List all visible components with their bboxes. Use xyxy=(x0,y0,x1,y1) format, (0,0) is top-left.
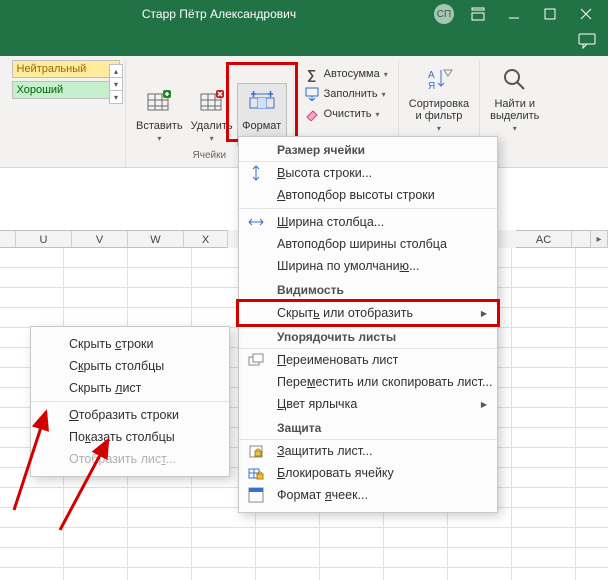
sort-filter-button[interactable]: А Я Сортировка и фильтр ▾ xyxy=(405,62,473,135)
menu-rename-sheet[interactable]: Переименовать лист xyxy=(239,349,497,371)
menu-tab-color[interactable]: Цвет ярлычка xyxy=(239,393,497,415)
submenu-hide-rows[interactable]: Скрыть строки xyxy=(31,333,229,355)
column-header[interactable]: W xyxy=(128,230,184,248)
column-header[interactable]: U xyxy=(16,230,72,248)
menu-col-width[interactable]: Ширина столбца... xyxy=(239,211,497,233)
comment-bar xyxy=(0,28,608,56)
user-avatar[interactable]: СП xyxy=(434,4,454,24)
minimize-button[interactable] xyxy=(496,0,532,28)
style-good[interactable]: Хороший xyxy=(12,81,120,99)
submenu-unhide-rows[interactable]: Отобразить строки xyxy=(31,404,229,426)
styles-expand[interactable]: ▴▾▾ xyxy=(109,64,123,103)
menu-row-height[interactable]: Высота строки... xyxy=(239,162,497,184)
format-cells-dialog-icon xyxy=(247,486,265,504)
scroll-right-button[interactable]: ▸ xyxy=(590,230,608,248)
menu-lock-cell[interactable]: Блокировать ячейку xyxy=(239,462,497,484)
col-width-icon xyxy=(247,213,265,231)
menu-section-organize: Упорядочить листы xyxy=(239,324,497,349)
chevron-down-icon: ▾ xyxy=(382,90,386,99)
svg-text:А: А xyxy=(428,70,435,81)
submenu-unhide-sheet: Отобразить лист... xyxy=(31,448,229,470)
menu-autofit-row[interactable]: Автоподбор высоты строки xyxy=(239,184,497,206)
protect-sheet-icon xyxy=(247,442,265,460)
lock-cell-icon xyxy=(247,464,265,482)
menu-section-cell-size: Размер ячейки xyxy=(239,137,497,162)
sort-filter-icon: А Я xyxy=(423,64,455,96)
title-bar: Старр Пётр Александрович СП xyxy=(0,0,608,28)
submenu-hide-sheet[interactable]: Скрыть лист xyxy=(31,377,229,399)
chevron-down-icon: ▾ xyxy=(437,124,441,133)
insert-button[interactable]: Вставить ▾ xyxy=(132,84,187,145)
autosum-button[interactable]: ∑ Автосумма ▾ xyxy=(300,64,392,84)
chevron-down-icon: ▾ xyxy=(513,124,517,133)
fill-button[interactable]: Заполнить ▾ xyxy=(300,84,392,104)
style-neutral[interactable]: Нейтральный xyxy=(12,60,120,78)
hide-unhide-submenu: Скрыть строки Скрыть столбцы Скрыть лист… xyxy=(30,326,230,477)
menu-section-protection: Защита xyxy=(239,415,497,440)
styles-group: Нейтральный Хороший ▴▾▾ xyxy=(6,60,126,167)
find-icon xyxy=(499,64,531,96)
format-dropdown-menu: Размер ячейки Высота строки... Автоподбо… xyxy=(238,136,498,513)
column-header[interactable]: X xyxy=(184,230,228,248)
chevron-down-icon: ▾ xyxy=(210,134,214,143)
menu-move-copy-sheet[interactable]: Переместить или скопировать лист... xyxy=(239,371,497,393)
fill-down-icon xyxy=(304,86,320,102)
insert-cells-icon xyxy=(143,86,175,118)
sigma-icon: ∑ xyxy=(304,66,320,82)
menu-format-cells[interactable]: Формат ячеек... xyxy=(239,484,497,506)
column-header[interactable]: AC xyxy=(516,230,572,248)
chevron-down-icon: ▾ xyxy=(376,110,380,119)
close-button[interactable] xyxy=(568,0,604,28)
row-height-icon xyxy=(247,164,265,182)
document-title: Старр Пётр Александрович xyxy=(4,7,434,21)
format-cells-icon xyxy=(246,86,278,118)
menu-default-width[interactable]: Ширина по умолчанию... xyxy=(239,255,497,277)
menu-hide-unhide[interactable]: Скрыть или отобразить xyxy=(236,299,500,327)
column-header[interactable]: V xyxy=(72,230,128,248)
rename-sheet-icon xyxy=(247,351,265,369)
menu-protect-sheet[interactable]: Защитить лист... xyxy=(239,440,497,462)
svg-text:Я: Я xyxy=(428,81,435,92)
submenu-hide-cols[interactable]: Скрыть столбцы xyxy=(31,355,229,377)
ribbon-options-button[interactable] xyxy=(460,0,496,28)
eraser-icon xyxy=(304,106,320,122)
chevron-down-icon: ▾ xyxy=(157,134,161,143)
delete-button[interactable]: Удалить ▾ xyxy=(187,84,237,145)
clear-button[interactable]: Очистить ▾ xyxy=(300,104,392,124)
submenu-unhide-cols[interactable]: Показать столбцы xyxy=(31,426,229,448)
find-select-button[interactable]: Найти и выделить ▾ xyxy=(486,62,543,135)
chevron-down-icon: ▾ xyxy=(384,70,388,79)
comments-icon[interactable] xyxy=(578,33,596,52)
maximize-button[interactable] xyxy=(532,0,568,28)
delete-cells-icon xyxy=(196,86,228,118)
menu-autofit-col[interactable]: Автоподбор ширины столбца xyxy=(239,233,497,255)
